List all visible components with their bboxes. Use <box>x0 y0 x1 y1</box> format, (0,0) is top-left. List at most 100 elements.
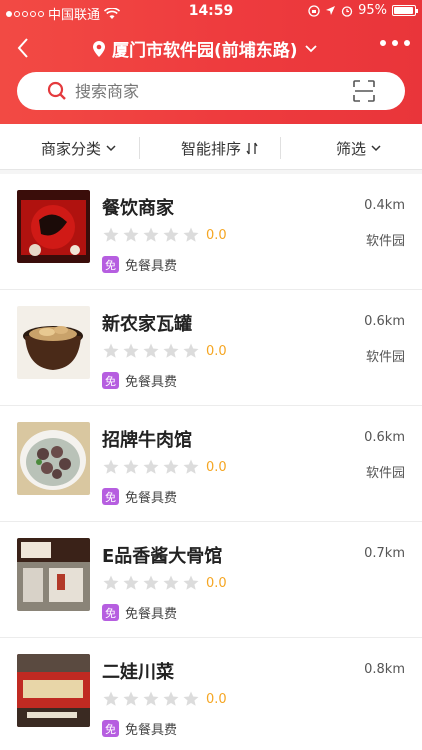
promo-row: 免 免餐具费 <box>102 603 177 622</box>
free-badge: 免 <box>102 488 119 505</box>
filter-screen-label: 筛选 <box>336 140 367 158</box>
filter-sort[interactable]: 智能排序 <box>181 138 258 159</box>
promo-text: 免餐具费 <box>125 607 178 622</box>
promo-text: 免餐具费 <box>125 723 178 738</box>
back-icon[interactable] <box>10 34 38 62</box>
star-icon <box>163 227 179 242</box>
star-icon <box>183 575 199 590</box>
filter-screen[interactable]: 筛选 <box>336 138 381 159</box>
star-icon <box>143 343 159 358</box>
area-label: 软件园 <box>365 234 405 249</box>
promo-row: 免 免餐具费 <box>102 371 177 390</box>
list-item[interactable]: 新农家瓦罐 0.0 免 免餐具费 0.6km 软件园 <box>0 290 422 406</box>
star-icon <box>143 575 159 590</box>
battery-icon <box>392 5 418 16</box>
star-icon <box>183 459 199 474</box>
filter-bar: 商家分类 智能排序 筛选 <box>0 124 422 170</box>
filter-category-label: 商家分类 <box>41 140 102 158</box>
star-icon <box>143 691 159 706</box>
free-badge: 免 <box>102 604 119 621</box>
promo-row: 免 免餐具费 <box>102 487 177 506</box>
filter-sort-label: 智能排序 <box>181 140 242 158</box>
merchant-list: 餐饮商家 0.0 免 免餐具费 0.4km 软件园 新农家瓦罐 0.0 免 免餐… <box>0 174 422 750</box>
search-input[interactable] <box>75 81 325 101</box>
status-bar: 中国联通 14:59 95% <box>0 0 422 24</box>
promo-text: 免餐具费 <box>125 491 178 506</box>
chevron-down-icon <box>304 44 317 52</box>
star-icon <box>163 691 179 706</box>
star-icon <box>123 691 139 706</box>
star-icon <box>103 227 119 242</box>
star-icon <box>123 459 139 474</box>
status-right: 95% <box>308 3 418 18</box>
location-arrow-icon <box>326 6 336 15</box>
free-badge: 免 <box>102 720 119 737</box>
search-bar[interactable] <box>17 72 405 110</box>
search-icon <box>47 81 66 100</box>
alarm-icon <box>341 5 353 17</box>
star-icon <box>163 575 179 590</box>
star-icon <box>163 459 179 474</box>
distance: 0.6km <box>364 314 405 329</box>
rating-value: 0.0 <box>206 227 227 243</box>
merchant-thumbnail <box>17 306 90 379</box>
merchant-thumbnail <box>17 538 90 611</box>
location-label: 厦门市软件园(前埔东路) <box>112 41 298 61</box>
merchant-name: 餐饮商家 <box>102 198 174 219</box>
location-selector[interactable]: 厦门市软件园(前埔东路) <box>92 36 318 61</box>
star-icon <box>163 343 179 358</box>
chevron-down-icon <box>371 145 381 152</box>
merchant-name: 新农家瓦罐 <box>102 314 192 335</box>
star-icon <box>183 691 199 706</box>
distance: 0.6km <box>364 430 405 445</box>
star-icon <box>103 691 119 706</box>
rating-stars: 0.0 <box>102 342 227 360</box>
star-icon <box>123 575 139 590</box>
promo-row: 免 免餐具费 <box>102 719 177 738</box>
distance: 0.8km <box>364 662 405 677</box>
rating-stars: 0.0 <box>102 458 227 476</box>
rating-value: 0.0 <box>206 343 227 359</box>
more-icon[interactable] <box>380 40 410 46</box>
free-badge: 免 <box>102 372 119 389</box>
star-icon <box>183 343 199 358</box>
promo-text: 免餐具费 <box>125 375 178 390</box>
star-icon <box>103 459 119 474</box>
list-item[interactable]: 招牌牛肉馆 0.0 免 免餐具费 0.6km 软件园 <box>0 406 422 522</box>
promo-row: 免 免餐具费 <box>102 255 177 274</box>
list-item[interactable]: 二娃川菜 0.0 免 免餐具费 0.8km <box>0 638 422 750</box>
free-badge: 免 <box>102 256 119 273</box>
chevron-down-icon <box>106 145 116 152</box>
list-item[interactable]: 餐饮商家 0.0 免 免餐具费 0.4km 软件园 <box>0 174 422 290</box>
battery-label: 95% <box>358 3 387 18</box>
list-item[interactable]: E品香酱大骨馆 0.0 免 免餐具费 0.7km <box>0 522 422 638</box>
nav-bar: 厦门市软件园(前埔东路) <box>0 26 422 70</box>
filter-divider <box>280 137 281 159</box>
star-icon <box>123 227 139 242</box>
header: 中国联通 14:59 95% 厦门市软件园(前埔东路) <box>0 0 422 124</box>
area-label: 软件园 <box>365 466 405 481</box>
merchant-thumbnail <box>17 654 90 727</box>
rating-stars: 0.0 <box>102 226 227 244</box>
merchant-name: 二娃川菜 <box>102 662 174 683</box>
distance: 0.7km <box>364 546 405 561</box>
rating-value: 0.0 <box>206 459 227 475</box>
promo-text: 免餐具费 <box>125 259 178 274</box>
merchant-name: E品香酱大骨馆 <box>102 546 223 567</box>
scan-icon[interactable] <box>353 80 375 102</box>
rating-stars: 0.0 <box>102 690 227 708</box>
filter-category[interactable]: 商家分类 <box>41 138 116 159</box>
area-label: 软件园 <box>365 350 405 365</box>
star-icon <box>143 459 159 474</box>
sort-icon <box>246 142 258 155</box>
merchant-name: 招牌牛肉馆 <box>102 430 192 451</box>
rating-value: 0.0 <box>206 691 227 707</box>
rating-stars: 0.0 <box>102 574 227 592</box>
distance: 0.4km <box>364 198 405 213</box>
screen-lock-icon <box>308 4 320 17</box>
star-icon <box>183 227 199 242</box>
star-icon <box>123 343 139 358</box>
location-pin-icon <box>93 40 105 57</box>
merchant-thumbnail <box>17 422 90 495</box>
star-icon <box>103 343 119 358</box>
